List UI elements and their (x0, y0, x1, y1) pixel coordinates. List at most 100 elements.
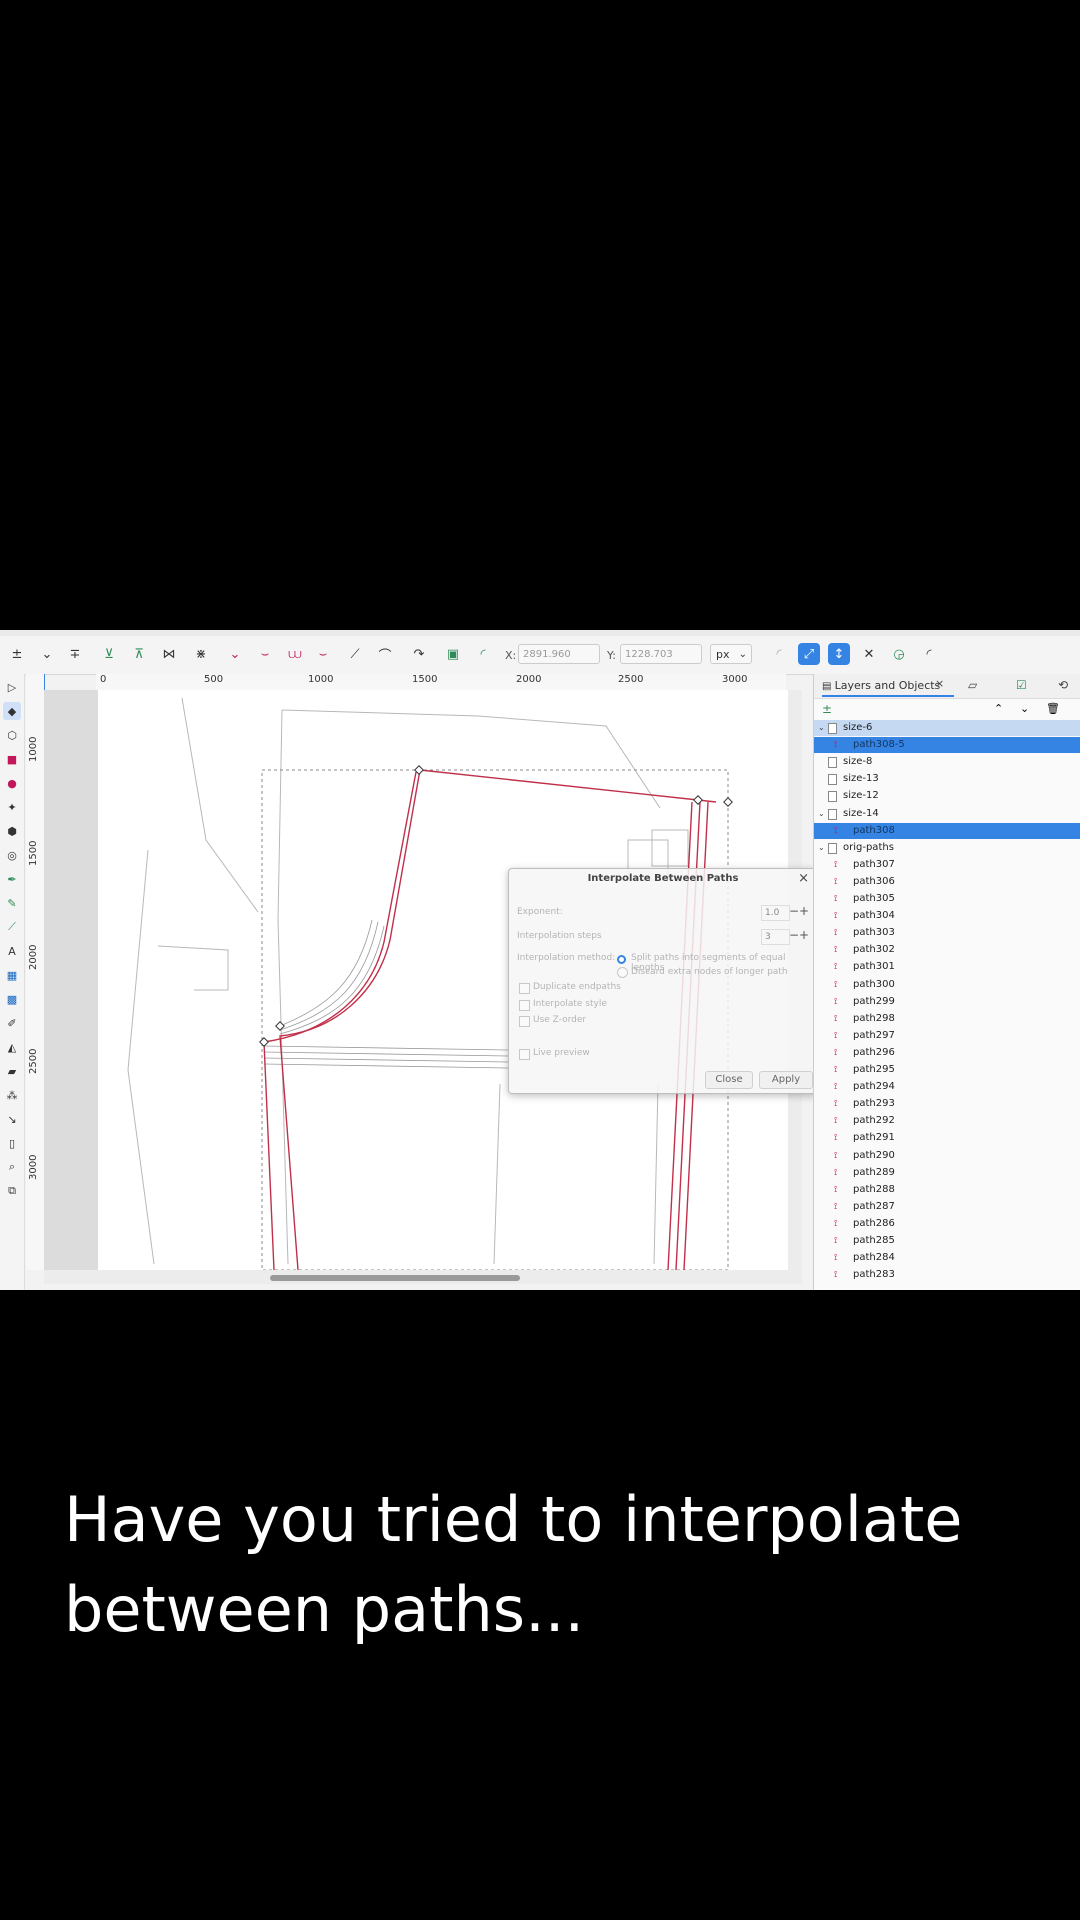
node-handle[interactable] (693, 795, 703, 805)
lower-icon[interactable]: ⌄ (1020, 702, 1029, 715)
calligraphy-tool-icon[interactable]: ⟋ (3, 918, 21, 936)
object-row[interactable]: ⟟ path289 (814, 1165, 1080, 1181)
dropper-tool-icon[interactable]: ✐ (3, 1014, 21, 1032)
join-segment-icon[interactable]: ⋈ (158, 643, 180, 665)
document-properties-icon[interactable]: ▱ (968, 678, 977, 692)
spray-tool-icon[interactable]: ⁂ (3, 1086, 21, 1104)
object-row[interactable]: ⟟ path308 (814, 822, 1080, 839)
auto-smooth-icon[interactable]: ⌣ (312, 643, 334, 665)
minus-plus-icon[interactable]: −+ (789, 904, 809, 918)
cusp-node-icon[interactable]: ⌄ (224, 643, 246, 665)
object-row[interactable]: ⟟ path295 (814, 1062, 1080, 1078)
object-row[interactable]: ⟟ path291 (814, 1130, 1080, 1146)
delete-node-icon[interactable]: ∓ (64, 643, 86, 665)
object-row[interactable]: ⟟ path297 (814, 1028, 1080, 1044)
object-row[interactable]: ⟟ path307 (814, 857, 1080, 873)
expander-icon[interactable]: ⌄ (818, 720, 825, 736)
unit-select[interactable]: px ⌄ (710, 644, 752, 664)
stroke-to-path-icon[interactable]: ▣ (442, 643, 464, 665)
trash-icon[interactable]: 🗑 (1046, 702, 1060, 715)
close-button[interactable]: Close (705, 1071, 753, 1089)
eraser-tool-icon[interactable]: ▰ (3, 1062, 21, 1080)
layer-row[interactable]: ⌄ orig-paths (814, 840, 1080, 856)
layer-row[interactable]: size-12 (814, 788, 1080, 804)
object-row[interactable]: ⟟ path305 (814, 891, 1080, 907)
method-radio-discard[interactable] (617, 967, 628, 978)
object-row[interactable]: ⟟ path308-5 (814, 737, 1080, 754)
show-outline-icon[interactable]: ✕ (858, 643, 880, 665)
apply-button[interactable]: Apply (759, 1071, 813, 1089)
object-row[interactable]: ⟟ path296 (814, 1045, 1080, 1061)
segment-curve-icon[interactable]: ⌒ (374, 643, 396, 665)
rectangle-tool-icon[interactable]: ■ (3, 750, 21, 768)
object-row[interactable]: ⟟ path286 (814, 1216, 1080, 1232)
export-icon[interactable]: ☑ (1016, 678, 1027, 692)
tweak-tool-icon[interactable]: ⬡ (3, 726, 21, 744)
object-row[interactable]: ⟟ path299 (814, 994, 1080, 1010)
selector-tool-icon[interactable]: ▷ (3, 678, 21, 696)
minus-plus-icon[interactable]: −+ (789, 928, 809, 942)
connector-tool-icon[interactable]: ↘ (3, 1110, 21, 1128)
show-transform-icon[interactable]: ↕ (828, 643, 850, 665)
object-row[interactable]: ⟟ path293 (814, 1096, 1080, 1112)
segment-line-icon[interactable]: ⟋ (344, 643, 366, 665)
object-row[interactable]: ⟟ path294 (814, 1079, 1080, 1095)
object-to-path-icon[interactable]: ↷ (408, 643, 430, 665)
object-row[interactable]: ⟟ path304 (814, 908, 1080, 924)
chevron-down-icon[interactable]: ⌄ (36, 643, 58, 665)
horizontal-scrollbar[interactable] (44, 1270, 802, 1284)
method-radio-equal[interactable] (617, 955, 626, 964)
symmetric-node-icon[interactable]: ⩊ (284, 643, 306, 665)
paint-bucket-icon[interactable]: ◭ (3, 1038, 21, 1056)
object-row[interactable]: ⟟ path284 (814, 1250, 1080, 1266)
star-tool-icon[interactable]: ✦ (3, 798, 21, 816)
layer-row[interactable]: size-8 (814, 754, 1080, 770)
object-row[interactable]: ⟟ path283 (814, 1267, 1080, 1283)
text-tool-icon[interactable]: A (3, 942, 21, 960)
find-replace-icon[interactable]: ⟲ (1058, 678, 1068, 692)
node-handle[interactable] (723, 797, 733, 807)
object-row[interactable]: ⟟ path292 (814, 1113, 1080, 1129)
raise-icon[interactable]: ⌃ (994, 702, 1003, 715)
close-icon[interactable]: × (935, 677, 944, 690)
duplicate-endpaths-checkbox[interactable] (519, 983, 530, 994)
expander-icon[interactable]: ⌄ (818, 840, 825, 856)
clip-path-icon[interactable]: ◜ (768, 643, 790, 665)
path308-5-outline[interactable] (279, 769, 421, 1271)
add-layer-icon[interactable]: ± (822, 702, 832, 716)
spiral-tool-icon[interactable]: ◎ (3, 846, 21, 864)
y-coordinate-field[interactable]: 1228.703 (620, 644, 702, 664)
path308-waist[interactable] (419, 769, 717, 803)
object-row[interactable]: ⟟ path285 (814, 1233, 1080, 1249)
close-icon[interactable]: × (798, 871, 809, 886)
edit-clip-icon[interactable]: ◜ (918, 643, 940, 665)
show-handles-icon[interactable]: ⤢ (798, 643, 820, 665)
join-nodes-icon[interactable]: ⊻ (98, 643, 120, 665)
object-row[interactable]: ⟟ path298 (814, 1011, 1080, 1027)
object-row[interactable]: ⟟ path287 (814, 1199, 1080, 1215)
expander-icon[interactable]: ⌄ (818, 806, 825, 822)
object-row[interactable]: ⟟ path288 (814, 1182, 1080, 1198)
object-row[interactable]: ⟟ path301 (814, 959, 1080, 975)
edit-path-effect-icon[interactable]: ◶ (888, 643, 910, 665)
layer-row[interactable]: size-13 (814, 771, 1080, 787)
path-effect-icon[interactable]: ◜ (472, 643, 494, 665)
steps-field[interactable]: 3 (761, 929, 790, 945)
use-z-order-checkbox[interactable] (519, 1016, 530, 1027)
x-coordinate-field[interactable]: 2891.960 (518, 644, 600, 664)
horizontal-scroll-thumb[interactable] (270, 1275, 520, 1281)
layer-row[interactable]: ⌄ size-6 (814, 720, 1080, 736)
object-row[interactable]: ⟟ path306 (814, 874, 1080, 890)
node-tool-icon[interactable]: ◆ (3, 702, 21, 720)
zoom-tool-icon[interactable]: ⌕ (3, 1158, 21, 1176)
pages-tool-icon[interactable]: ▯ (3, 1134, 21, 1152)
mesh-tool-icon[interactable]: ▩ (3, 990, 21, 1008)
interpolate-style-checkbox[interactable] (519, 1000, 530, 1011)
break-path-icon[interactable]: ⊼ (128, 643, 150, 665)
pen-tool-icon[interactable]: ✒ (3, 870, 21, 888)
smooth-node-icon[interactable]: ⌣ (254, 643, 276, 665)
delete-segment-icon[interactable]: ⋇ (190, 643, 212, 665)
ellipse-tool-icon[interactable]: ● (3, 774, 21, 792)
live-preview-checkbox[interactable] (519, 1049, 530, 1060)
object-row[interactable]: ⟟ path300 (814, 977, 1080, 993)
